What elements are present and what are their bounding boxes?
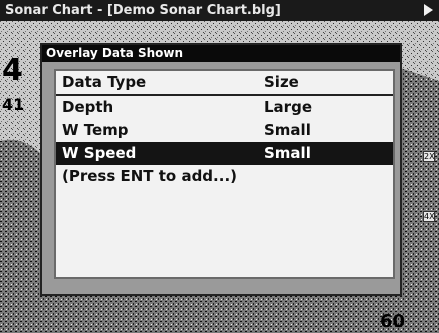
hint-text: (Press ENT to add...)	[62, 167, 237, 185]
depth-label-bottom: 60	[380, 311, 406, 332]
dialog-title: Overlay Data Shown	[42, 45, 400, 62]
overlay-data-list: Data Type Size Depth Large W Temp Small …	[54, 69, 395, 279]
size-value: Small	[264, 121, 311, 139]
sonar-screen: Sonar Chart - [Demo Sonar Chart.blg] 4 4…	[0, 0, 439, 333]
list-item-w-speed[interactable]: W Speed Small	[56, 142, 393, 165]
overlay-data-dialog: Overlay Data Shown Data Type Size Depth …	[40, 43, 402, 296]
data-type-value: Depth	[62, 98, 114, 116]
list-item-w-temp[interactable]: W Temp Small	[56, 119, 393, 142]
size-value: Large	[264, 98, 312, 116]
column-header-size: Size	[264, 73, 299, 91]
list-item-depth[interactable]: Depth Large	[56, 96, 393, 119]
window-title: Sonar Chart - [Demo Sonar Chart.blg]	[5, 3, 281, 18]
depth-label-mid: 41	[2, 95, 25, 114]
column-header-type: Data Type	[62, 73, 147, 91]
data-type-value: W Temp	[62, 121, 129, 139]
scale-tag-4x: 4X	[423, 211, 435, 222]
depth-label-top: 4	[2, 53, 23, 88]
scale-tag-2x: 2X	[423, 151, 435, 162]
add-item-hint[interactable]: (Press ENT to add...)	[56, 165, 393, 188]
window-titlebar: Sonar Chart - [Demo Sonar Chart.blg]	[0, 0, 439, 21]
list-header: Data Type Size	[56, 71, 393, 96]
data-type-value: W Speed	[62, 144, 137, 162]
right-arrow-icon[interactable]	[424, 4, 433, 16]
size-value: Small	[264, 144, 311, 162]
